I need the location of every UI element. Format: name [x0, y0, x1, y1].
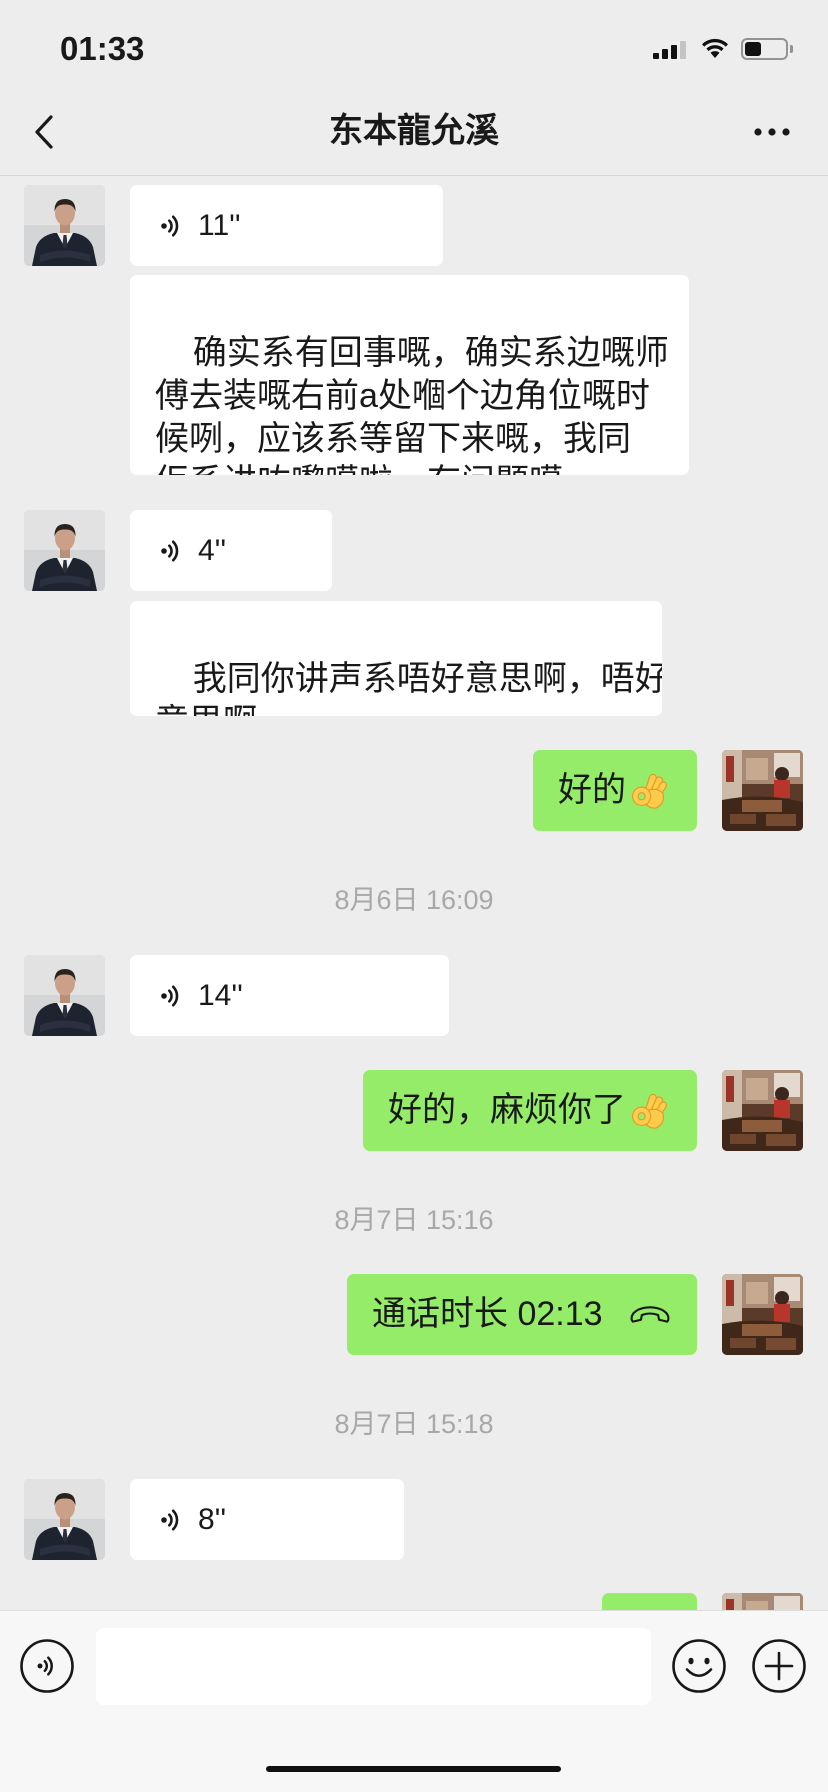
voice-transcript-bubble[interactable]: 确实系有回事嘅，确实系边嘅师 傅去装嘅右前a处嗰个边角位嘅时 候咧，应该系等留下… — [130, 275, 689, 475]
voice-transcript-text: 我同你讲声系唔好意思啊，唔好 意思啊。 — [155, 660, 662, 716]
contact-avatar[interactable] — [24, 510, 105, 591]
outgoing-message[interactable]: 好的 — [533, 750, 697, 831]
signal-bar — [653, 53, 659, 59]
outgoing-message[interactable]: 好的，麻烦你了 — [363, 1070, 697, 1151]
status-bar: 01:33 — [0, 0, 828, 88]
voice-input-icon[interactable] — [19, 1638, 75, 1694]
ok-hand-emoji-icon — [630, 772, 668, 810]
phone-hangup-icon — [627, 1304, 673, 1325]
call-duration-text: 通话时长 02:13 — [372, 1295, 603, 1333]
voice-wave-icon — [160, 982, 182, 1010]
message-input[interactable] — [96, 1628, 651, 1705]
contact-avatar[interactable] — [24, 1479, 105, 1560]
chat-message-list[interactable]: 11'' 确实系有回事嘅，确实系边嘅师 傅去装嘅右前a处嗰个边角位嘅时 候咧，应… — [0, 176, 828, 1610]
voice-message[interactable]: 14'' — [130, 955, 449, 1036]
user-avatar-image — [722, 1274, 803, 1355]
user-avatar-image — [722, 1070, 803, 1151]
more-dots-icon[interactable] — [752, 126, 792, 138]
user-avatar[interactable] — [722, 1274, 803, 1355]
home-indicator[interactable] — [266, 1766, 561, 1772]
user-avatar-image — [722, 750, 803, 831]
timestamp: 8月7日 15:16 — [334, 1205, 494, 1235]
voice-transcript-text: 确实系有回事嘅，确实系边嘅师 傅去装嘅右前a处嗰个边角位嘅时 候咧，应该系等留下… — [155, 334, 669, 475]
call-record-message[interactable]: 通话时长 02:13 — [347, 1274, 697, 1355]
contact-avatar-image — [24, 1479, 105, 1560]
voice-wave-icon — [160, 212, 182, 240]
voice-message[interactable]: 4'' — [130, 510, 332, 591]
voice-duration: 8'' — [198, 1503, 227, 1536]
user-avatar[interactable] — [722, 750, 803, 831]
signal-bar — [671, 45, 677, 59]
message-text: 好的 — [558, 771, 626, 809]
contact-avatar[interactable] — [24, 955, 105, 1036]
voice-message[interactable]: 8'' — [130, 1479, 404, 1560]
wifi-icon — [702, 38, 728, 58]
battery-body — [741, 38, 788, 60]
voice-message[interactable]: 11'' — [130, 185, 443, 266]
contact-avatar[interactable] — [24, 185, 105, 266]
signal-bar — [662, 49, 668, 59]
contact-avatar-image — [24, 955, 105, 1036]
battery-icon — [741, 38, 795, 60]
outgoing-message[interactable] — [602, 1593, 697, 1610]
ok-hand-emoji-icon — [630, 1092, 668, 1130]
timestamp: 8月6日 16:09 — [334, 885, 494, 915]
battery-fill — [745, 42, 761, 56]
voice-transcript-bubble[interactable]: 我同你讲声系唔好意思啊，唔好 意思啊。 — [130, 601, 662, 716]
voice-duration: 14'' — [198, 979, 243, 1012]
user-avatar[interactable] — [722, 1070, 803, 1151]
contact-avatar-image — [24, 185, 105, 266]
voice-duration: 4'' — [198, 534, 227, 567]
voice-wave-icon — [160, 537, 182, 565]
signal-bar — [680, 41, 686, 59]
user-avatar[interactable] — [722, 1593, 803, 1610]
chat-title: 东本龍允溪 — [329, 112, 499, 150]
voice-duration: 11'' — [198, 209, 241, 242]
chat-header: 东本龍允溪 — [0, 88, 828, 176]
plus-icon[interactable] — [751, 1638, 807, 1694]
message-input-bar — [0, 1610, 828, 1792]
user-avatar-image — [722, 1593, 803, 1610]
signal-icon — [653, 41, 686, 59]
message-text: 好的，麻烦你了 — [388, 1091, 626, 1129]
battery-cap — [790, 45, 793, 53]
emoji-icon[interactable] — [671, 1638, 727, 1694]
voice-wave-icon — [160, 1506, 182, 1534]
contact-avatar-image — [24, 510, 105, 591]
timestamp: 8月7日 15:18 — [334, 1409, 494, 1439]
status-time: 01:33 — [60, 30, 145, 67]
chevron-left-icon[interactable] — [32, 114, 56, 150]
